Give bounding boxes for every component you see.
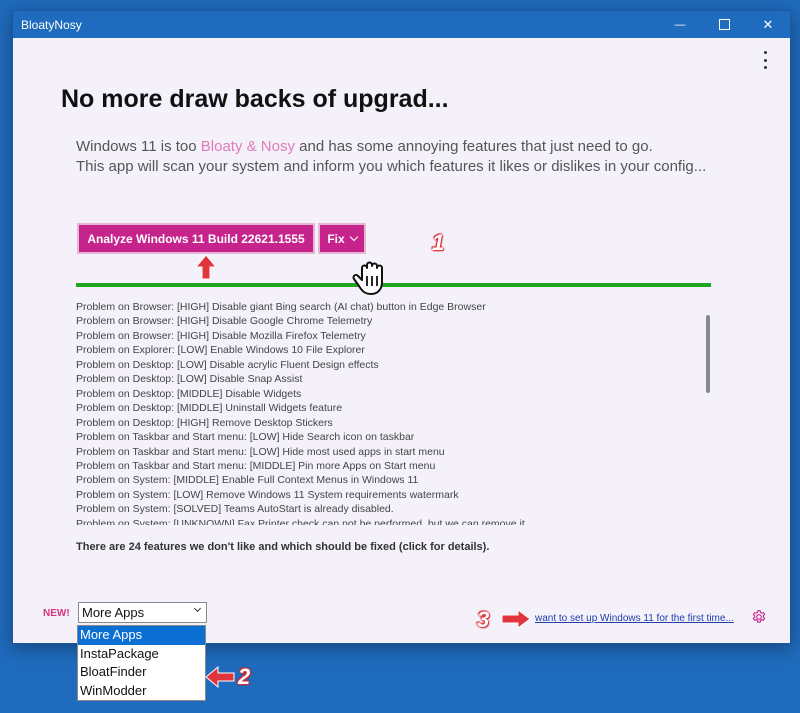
result-item[interactable]: Problem on Desktop: [HIGH] Remove Deskto… [76,416,711,430]
intro-highlight: Bloaty & Nosy [200,138,295,155]
close-icon: ✕ [762,16,774,32]
hand-cursor-icon [352,261,383,295]
result-item[interactable]: Problem on Desktop: [MIDDLE] Disable Wid… [76,387,711,401]
result-item[interactable]: Problem on Desktop: [MIDDLE] Uninstall W… [76,401,711,415]
intro-text: Windows 11 is too Bloaty & Nosy and has … [76,137,706,177]
annotation-step-1: 1 [432,230,445,255]
select-value: More Apps [82,605,145,620]
result-item[interactable]: Problem on Taskbar and Start menu: [LOW]… [76,445,711,459]
arrow-right-icon [501,609,531,629]
dropdown-option[interactable]: BloatFinder [78,663,205,682]
app-window: BloatyNosy — ✕ No more draw backs of upg… [12,10,791,644]
fix-button-label: Fix [327,231,345,246]
analyze-button[interactable]: Analyze Windows 11 Build 22621.1555 [77,223,315,254]
intro-line2: This app will scan your system and infor… [76,158,707,175]
arrow-left-icon [205,666,235,688]
kebab-menu-icon[interactable] [760,51,770,69]
result-item[interactable]: Problem on System: [SOLVED] Teams AutoSt… [76,502,711,516]
scan-progress-bar [76,283,711,287]
gear-icon[interactable] [751,609,767,625]
result-item[interactable]: Problem on Browser: [HIGH] Disable Mozil… [76,329,711,343]
result-item[interactable]: Problem on Browser: [HIGH] Disable giant… [76,300,711,314]
progress-fill [76,283,711,287]
minimize-icon: — [674,18,686,31]
intro-line1-end: and has some annoying features that just… [295,138,653,155]
fix-button[interactable]: Fix [318,223,366,254]
page-title: No more draw backs of upgrad... [61,85,449,113]
result-item[interactable]: Problem on Taskbar and Start menu: [MIDD… [76,459,711,473]
result-item[interactable]: Problem on Explorer: [LOW] Enable Window… [76,343,711,357]
more-apps-select[interactable]: More Apps [78,602,207,623]
results-list[interactable]: Problem on Browser: [HIGH] Disable giant… [76,300,711,525]
result-item[interactable]: Problem on Browser: [HIGH] Disable Googl… [76,314,711,328]
new-badge: NEW! [43,608,70,619]
first-time-setup-link[interactable]: want to set up Windows 11 for the first … [535,613,734,624]
maximize-icon [718,19,730,30]
dropdown-option[interactable]: More Apps [78,626,205,645]
summary-link[interactable]: There are 24 features we don't like and … [76,541,489,553]
window-title: BloatyNosy [21,18,82,32]
dropdown-option[interactable]: WinModder [78,682,205,701]
dropdown-option[interactable]: InstaPackage [78,645,205,664]
annotation-step-2: 2 [238,664,251,689]
title-bar[interactable]: BloatyNosy — ✕ [13,11,790,38]
result-item[interactable]: Problem on Desktop: [LOW] Disable acryli… [76,358,711,372]
maximize-button[interactable] [702,11,746,38]
more-apps-dropdown[interactable]: More Apps InstaPackage BloatFinder WinModde… [77,625,206,701]
minimize-button[interactable]: — [658,11,702,38]
result-item[interactable]: Problem on Desktop: [LOW] Disable Snap A… [76,372,711,386]
intro-line1-start: Windows 11 is too [76,138,201,155]
close-button[interactable]: ✕ [746,11,790,38]
chevron-down-icon [349,232,358,242]
result-item[interactable]: Problem on System: [UNKNOWN] Fax Printer… [76,517,711,525]
result-item[interactable]: Problem on System: [MIDDLE] Enable Full … [76,473,711,487]
result-item[interactable]: Problem on Taskbar and Start menu: [LOW]… [76,430,711,444]
results-scrollbar[interactable] [706,315,710,393]
annotation-step-3: 3 [477,607,490,632]
arrow-up-icon [195,254,217,280]
result-item[interactable]: Problem on System: [LOW] Remove Windows … [76,488,711,502]
chevron-down-icon [193,604,202,613]
